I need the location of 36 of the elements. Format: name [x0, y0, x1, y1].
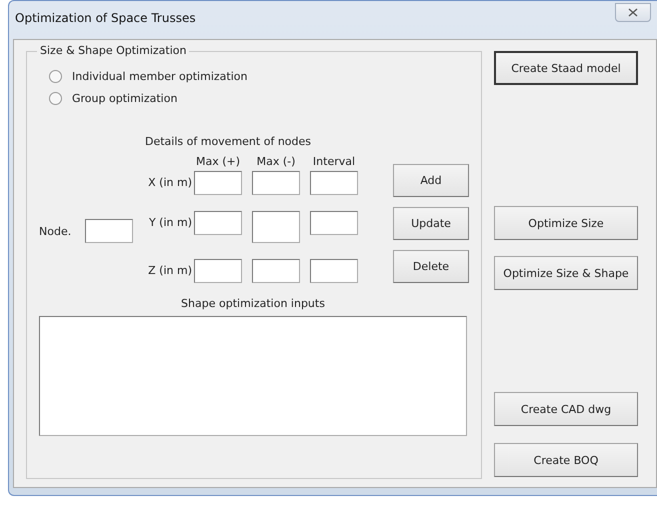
axis-label: X (in m): [148, 175, 192, 191]
value-field[interactable]: [310, 171, 358, 195]
close-icon: [628, 8, 638, 16]
value-field[interactable]: [310, 259, 358, 283]
action-button[interactable]: Create BOQ: [494, 443, 638, 477]
close-button[interactable]: [615, 2, 651, 22]
value-field[interactable]: [252, 259, 300, 283]
value-field[interactable]: [252, 211, 300, 243]
radio-label: Individual member optimization: [72, 70, 248, 83]
column-header: Interval: [312, 155, 356, 170]
action-button[interactable]: Update: [393, 207, 469, 240]
section-heading: Shape optimization inputs: [180, 297, 326, 310]
radio-button[interactable]: [49, 70, 62, 83]
action-button[interactable]: Create Staad model: [494, 51, 638, 85]
action-button[interactable]: Create CAD dwg: [494, 392, 638, 426]
value-field[interactable]: [194, 259, 242, 283]
radio-button[interactable]: [49, 92, 62, 105]
window-title: Optimization of Space Trusses: [15, 11, 196, 25]
action-button[interactable]: Delete: [393, 250, 469, 283]
action-button[interactable]: Optimize Size & Shape: [494, 256, 638, 290]
node-field[interactable]: [85, 219, 134, 243]
node-label: Node.: [39, 224, 72, 238]
section-heading: Details of movement of nodes: [144, 135, 312, 148]
value-field[interactable]: [310, 211, 358, 235]
shape-inputs-field[interactable]: [39, 316, 467, 436]
action-button[interactable]: Add: [393, 164, 469, 197]
radio-label: Group optimization: [72, 92, 178, 105]
group-legend: Size & Shape Optimization: [37, 44, 190, 57]
value-field[interactable]: [194, 211, 242, 235]
column-header: Max (-): [256, 155, 296, 170]
value-field[interactable]: [194, 171, 242, 195]
axis-label: Z (in m): [148, 263, 192, 279]
action-button[interactable]: Optimize Size: [494, 206, 638, 240]
axis-label: Y (in m): [148, 215, 192, 231]
value-field[interactable]: [252, 171, 300, 195]
column-header: Max (+): [194, 155, 242, 170]
